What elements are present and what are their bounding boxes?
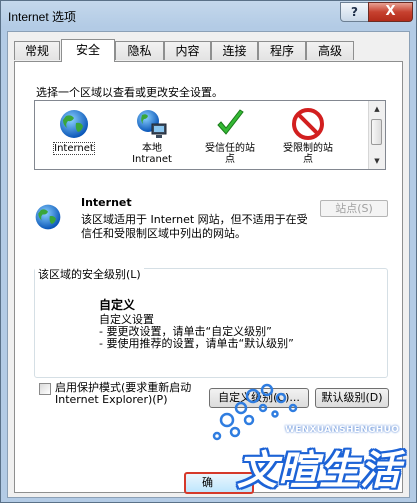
zone-restricted-sites[interactable]: 受限制的站 点 <box>273 107 343 165</box>
zone-label: 受信任的站 点 <box>205 143 255 165</box>
security-level-label: 该区域的安全级别(L) <box>35 266 144 282</box>
tab-content[interactable]: 内容 <box>164 41 211 60</box>
protected-mode-label: 启用保护模式(要求重新启动 Internet Explorer)(P) <box>55 381 192 406</box>
tab-general[interactable]: 常规 <box>14 41 60 60</box>
security-level-description: 自定义设置 - 要更改设置，请单击“自定义级别” - 要使用推荐的设置，请单击“… <box>99 313 294 350</box>
help-button[interactable]: ? <box>340 2 369 22</box>
scroll-down-icon[interactable]: ▼ <box>370 154 384 168</box>
sites-button[interactable]: 站点(S) <box>320 200 388 217</box>
selected-zone-description: 该区域适用于 Internet 网站，但不适用于在受信任和受限制区域中列出的网站… <box>81 213 308 240</box>
zone-internet[interactable]: Internet <box>39 107 109 155</box>
window-title: Internet 选项 <box>8 10 77 24</box>
selected-zone-globe-icon <box>35 204 61 230</box>
protected-mode-checkbox[interactable] <box>39 383 51 395</box>
zone-label: 受限制的站 点 <box>283 143 333 165</box>
close-button[interactable]: X <box>368 2 413 22</box>
scroll-thumb[interactable] <box>371 119 382 145</box>
tab-advanced[interactable]: 高级 <box>306 41 354 60</box>
zone-trusted-sites[interactable]: 受信任的站 点 <box>195 107 265 165</box>
zone-scrollbar[interactable]: ▲ ▼ <box>368 101 385 169</box>
tab-security[interactable]: 安全 <box>61 39 115 62</box>
title-bar: Internet 选项 ? X <box>1 1 416 31</box>
zone-label: 本地 Intranet <box>132 143 172 165</box>
tab-programs[interactable]: 程序 <box>258 41 306 60</box>
prohibited-icon <box>292 108 324 140</box>
check-icon <box>217 109 244 135</box>
zone-instruction: 选择一个区域以查看或更改安全设置。 <box>36 86 223 99</box>
selected-zone-name: Internet <box>81 196 132 209</box>
security-level-title: 自定义 <box>99 298 136 312</box>
watermark-english: WENXUANSHENGHUO <box>285 425 400 435</box>
watermark-chinese: 文暄生活 <box>237 448 401 494</box>
intranet-icon <box>137 110 167 138</box>
zone-local-intranet[interactable]: 本地 Intranet <box>117 107 187 165</box>
tab-connections[interactable]: 连接 <box>211 41 258 60</box>
zone-label: Internet <box>53 142 95 155</box>
globe-icon <box>60 110 88 138</box>
scroll-up-icon[interactable]: ▲ <box>370 102 384 116</box>
zone-list[interactable]: Internet 本地 Intranet 受信任的站 点 受限制的站 点 ▲ ▼ <box>34 100 386 170</box>
watermark-logo: WENXUANSHENGHUO 文暄生活 <box>205 380 417 503</box>
tab-privacy[interactable]: 隐私 <box>115 41 164 60</box>
